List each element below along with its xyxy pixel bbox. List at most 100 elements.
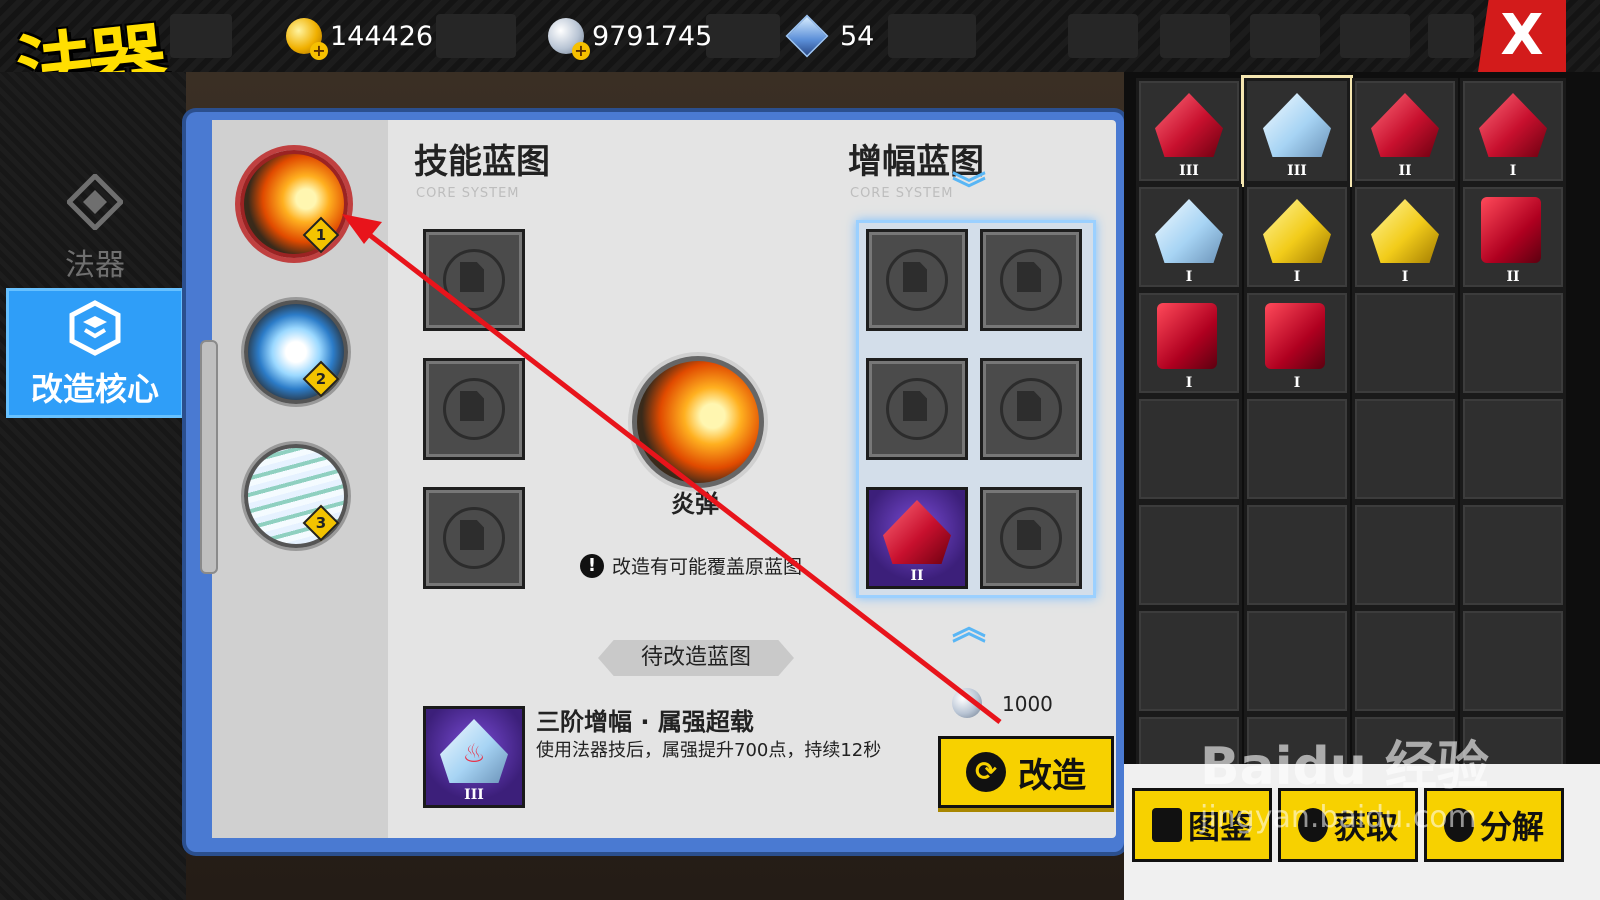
inventory-item[interactable]: I [1244, 184, 1350, 290]
flame-icon: ♨ [462, 739, 486, 769]
gold-gem-icon [1263, 199, 1331, 263]
gem-currency: 54 [785, 14, 874, 58]
amp-blueprint-slot[interactable] [980, 487, 1082, 589]
inventory-empty-slot[interactable] [1460, 290, 1566, 396]
item-tier: I [1401, 269, 1409, 285]
inventory-item[interactable]: I [1460, 78, 1566, 184]
amp-blueprint-slot[interactable] [866, 358, 968, 460]
top-bar-slot [706, 14, 780, 58]
silver-amount: 9791745 [592, 20, 713, 52]
top-bar-slot [436, 14, 516, 58]
inventory-item[interactable]: I [1352, 184, 1458, 290]
skill-scrollbar[interactable] [200, 340, 218, 574]
item-tier: II [1398, 163, 1412, 179]
inventory-empty-slot[interactable] [1136, 608, 1242, 714]
red-gem-icon [1155, 93, 1223, 157]
inventory-empty-slot[interactable] [1460, 608, 1566, 714]
core-fireball-icon [632, 356, 764, 488]
top-bar-slot [888, 14, 976, 58]
top-bar-slot [1068, 14, 1138, 58]
amp-blueprint-subtitle: CORE SYSTEM [850, 186, 954, 201]
inventory-empty-slot[interactable] [1352, 608, 1458, 714]
item-tier: I [1293, 269, 1301, 285]
inventory-item[interactable]: II [1460, 184, 1566, 290]
item-tier: I [1509, 163, 1517, 179]
top-bar-slot [1428, 14, 1474, 58]
silver-currency[interactable]: + 9791745 [548, 16, 713, 60]
item-tier: I [1185, 269, 1193, 285]
inventory-empty-slot[interactable] [1352, 396, 1458, 502]
nav-item-reforge-core[interactable]: 改造核心 [6, 288, 184, 418]
skill-blueprint-subtitle: CORE SYSTEM [416, 186, 520, 201]
nav-item-artifact[interactable]: 法器 [6, 162, 184, 283]
inventory-item[interactable]: III [1244, 78, 1350, 184]
reforge-cost: 1000 [1002, 692, 1053, 716]
add-silver-icon[interactable]: + [572, 42, 590, 60]
item-tier: I [1185, 375, 1193, 391]
refresh-icon: ⟳ [966, 752, 1006, 792]
chevron-down-icon: ︾ [952, 170, 986, 210]
reforge-button-label: 改造 [1018, 755, 1086, 796]
silver-coin-icon [952, 688, 982, 718]
pending-blueprint-description: 使用法器技后，属强提升700点，持续12秒 [536, 740, 882, 761]
ice-gem-icon [1155, 199, 1223, 263]
skill-orb-ice[interactable] [244, 300, 348, 404]
inventory-empty-slot[interactable] [1352, 502, 1458, 608]
skill-blueprint-slot[interactable] [423, 487, 525, 589]
inventory-item[interactable]: I [1136, 290, 1242, 396]
close-button[interactable]: X [1478, 0, 1566, 72]
inventory-item[interactable]: I [1244, 290, 1350, 396]
inventory-empty-slot[interactable] [1244, 608, 1350, 714]
skill-orb-tornado[interactable] [244, 444, 348, 548]
book-icon [1151, 808, 1182, 842]
red-tome-icon [1157, 303, 1217, 369]
ice-gem-icon [1263, 93, 1331, 157]
amp-blueprint-slot[interactable] [980, 358, 1082, 460]
artifact-icon [65, 172, 125, 232]
add-gold-icon[interactable]: + [310, 42, 328, 60]
inventory-empty-slot[interactable] [1244, 396, 1350, 502]
amp-blueprint-slot[interactable] [866, 229, 968, 331]
inventory-empty-slot[interactable] [1136, 396, 1242, 502]
inventory-item[interactable]: I [1136, 184, 1242, 290]
watermark-brand: Baidu 经验 [1200, 737, 1489, 797]
pending-blueprint-item[interactable]: ♨ III [423, 706, 525, 808]
inventory-empty-slot[interactable] [1460, 396, 1566, 502]
skill-blueprint-slot[interactable] [423, 358, 525, 460]
inventory-empty-slot[interactable] [1244, 502, 1350, 608]
red-tome-icon [1265, 303, 1325, 369]
inventory-empty-slot[interactable] [1352, 290, 1458, 396]
gold-amount: 144426 [330, 20, 434, 52]
skill-blueprint-title: 技能蓝图 [414, 142, 550, 182]
reforge-button[interactable]: ⟳ 改造 [938, 736, 1114, 808]
inventory-empty-slot[interactable] [1136, 502, 1242, 608]
warning-text: 改造有可能覆盖原蓝图 [612, 556, 803, 578]
watermark-url: jingyan.baidu.com [1200, 800, 1477, 835]
gold-gem-icon [1371, 199, 1439, 263]
inventory-item[interactable]: II [1352, 78, 1458, 184]
core-icon [69, 300, 121, 356]
core-name: 炎弹 [671, 490, 719, 518]
item-tier: III [1179, 163, 1199, 179]
red-tome-icon [1481, 197, 1541, 263]
amp-blueprint-slot-filled[interactable]: II [866, 487, 968, 589]
red-gem-icon [1479, 93, 1547, 157]
nav-label: 改造核心 [30, 370, 159, 408]
item-tier: III [1287, 163, 1307, 179]
nav-label: 法器 [65, 248, 125, 283]
amp-blueprint-slot[interactable] [980, 229, 1082, 331]
item-tier: II [1506, 269, 1520, 285]
decompose-button-label: 分解 [1479, 808, 1544, 846]
top-bar-slot [1250, 14, 1320, 58]
gem-icon [785, 14, 829, 58]
inventory-empty-slot[interactable] [1460, 502, 1566, 608]
gold-currency[interactable]: + 144426 [286, 16, 434, 60]
silver-coin-icon: + [548, 18, 590, 60]
chevron-up-icon: ︽ [952, 608, 986, 648]
skill-blueprint-slot[interactable] [423, 229, 525, 331]
pending-blueprint-label: 待改造蓝图 [598, 640, 794, 676]
top-bar-slot [1340, 14, 1410, 58]
warning-icon: ! [580, 553, 604, 578]
inventory-item[interactable]: III [1136, 78, 1242, 184]
red-gem-icon [1371, 93, 1439, 157]
